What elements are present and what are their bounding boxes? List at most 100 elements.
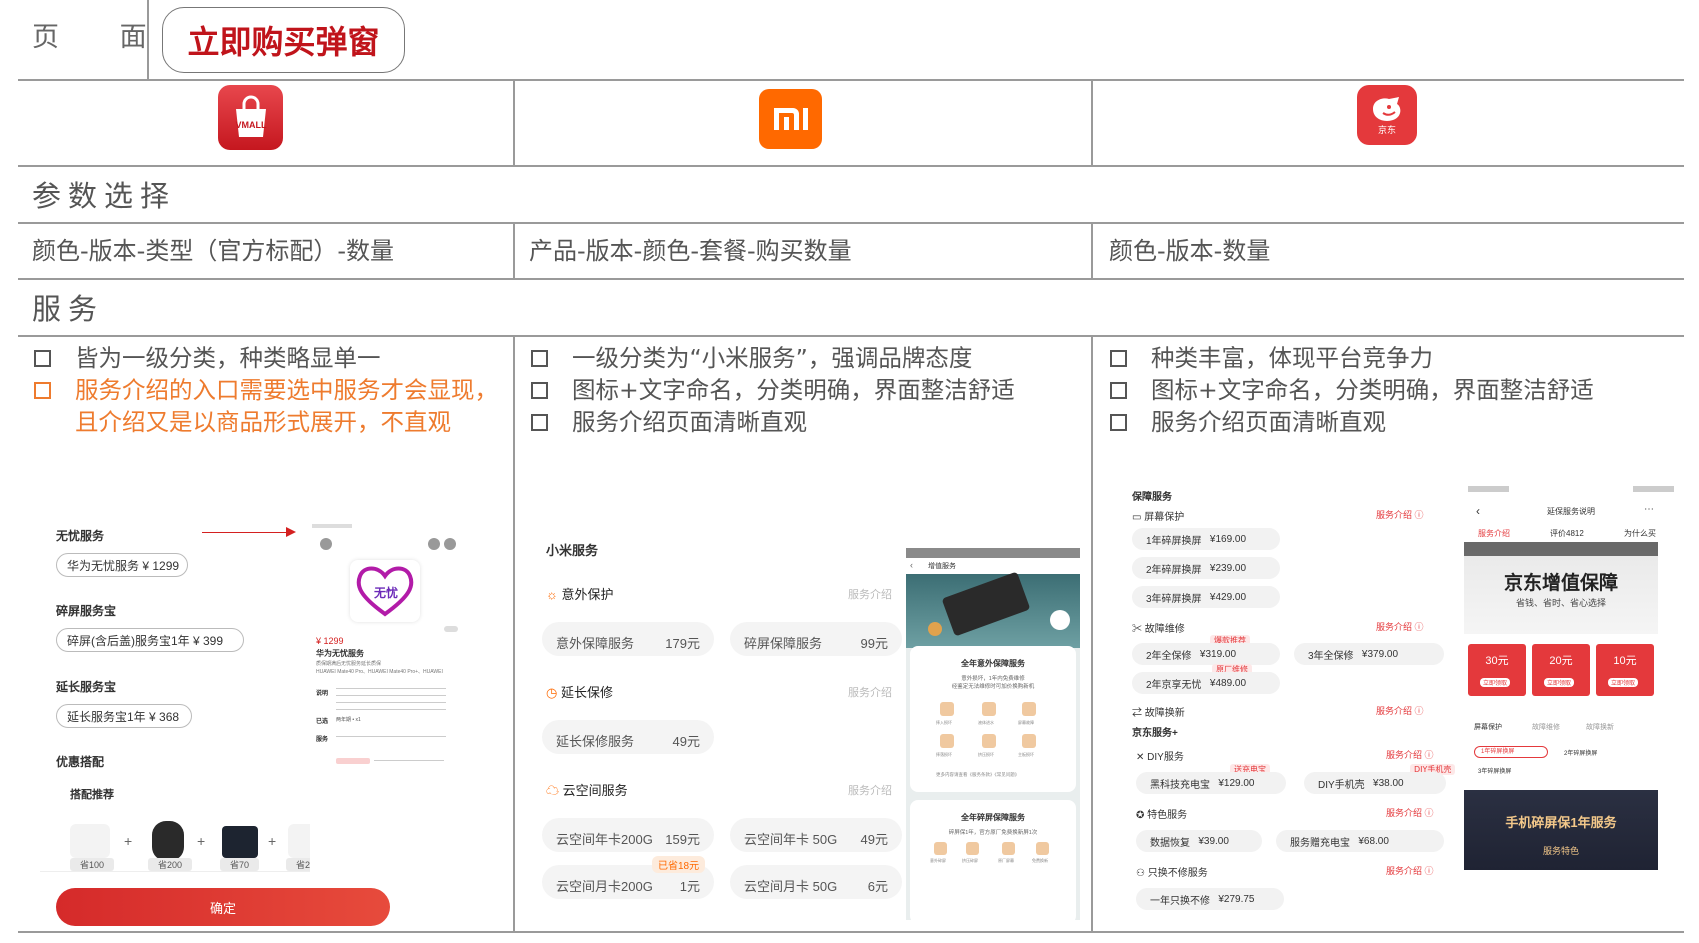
back-icon[interactable] [320, 538, 332, 550]
shield-icon: ☼ [546, 587, 558, 602]
back-icon[interactable]: ‹ [910, 560, 913, 570]
detail-row-value: 两年期 • x1 [336, 717, 361, 723]
mini-tab[interactable]: 故障换新 [1586, 722, 1614, 732]
service-option[interactable]: 3年全保修 ¥379.00 [1294, 643, 1444, 665]
detail-desc: 质保期满后无忧服务延长质保 [316, 661, 382, 667]
service-option[interactable]: 碎屏保障服务 99元 [730, 622, 902, 656]
feature-icon [966, 842, 979, 855]
service-intro-link[interactable]: 服务介绍 [848, 586, 892, 602]
feature-label: 挤压碎屏 [962, 858, 978, 863]
service-intro-link[interactable]: 服务介绍 ⓘ [1386, 806, 1434, 819]
detail-row-label: 已选 [316, 719, 329, 725]
service-intro-link[interactable]: 服务介绍 [848, 782, 892, 798]
checkbox-icon [34, 382, 51, 399]
service-option[interactable]: 云空间月卡 50G 6元 [730, 865, 902, 899]
header-divider [147, 0, 149, 80]
coupon-button[interactable]: 立即领取 [1544, 678, 1575, 687]
service-option[interactable]: 2年京享无忧 ¥489.00 [1132, 672, 1280, 694]
service-option[interactable]: 服务赠充电宝 ¥68.00 [1276, 830, 1444, 852]
col-divider [1091, 80, 1093, 166]
service-option[interactable]: 云空间年卡200G 159元 [542, 818, 714, 852]
confirm-button[interactable]: 确定 [56, 888, 390, 926]
service-intro-link[interactable]: 服务介绍 ⓘ [1386, 748, 1434, 761]
service-intro-link[interactable]: 服务介绍 [848, 684, 892, 700]
service-intro-link[interactable]: 服务介绍 ⓘ [1376, 620, 1424, 633]
checkbox-icon [531, 414, 548, 431]
refresh-icon: ⇄ [1132, 708, 1142, 719]
service-option[interactable]: 碎屏(含后盖)服务宝1年 ¥ 399 [56, 628, 244, 652]
mini-option[interactable]: 2年碎屏换屏 [1564, 748, 1597, 757]
divider [18, 79, 1684, 81]
more-icon[interactable] [444, 538, 456, 550]
col-divider [513, 80, 515, 166]
more-icon[interactable]: ⋯ [1644, 504, 1654, 515]
feature-label: 摔入损坏 [936, 720, 952, 725]
tab-reviews[interactable]: 评价4812 [1550, 528, 1584, 539]
service-option[interactable]: DIY手机壳 ¥38.00 [1304, 772, 1446, 794]
card-more-link[interactable]: 更多内容请查看《服务条款》《常见问题》 [936, 772, 1019, 778]
coupon[interactable]: 30元 立即领取 [1468, 644, 1526, 696]
jd-params: 颜色-版本-数量 [1109, 237, 1271, 265]
detail-row-text [336, 688, 446, 710]
checkbox-icon [531, 382, 548, 399]
service-intro-link[interactable]: 服务介绍 ⓘ [1376, 704, 1424, 717]
service-option[interactable]: 云空间年卡 50G 49元 [730, 818, 902, 852]
service-option[interactable]: 1年碎屏换屏 ¥169.00 [1132, 528, 1280, 550]
service-intro-link[interactable]: 服务介绍 ⓘ [1386, 864, 1434, 877]
mini-tab[interactable]: 故障维修 [1532, 722, 1560, 732]
service-subcategory: 搭配推荐 [70, 789, 114, 801]
service-option[interactable]: 延长服务宝1年 ¥ 368 [56, 704, 192, 728]
service-category: ☼ 意外保护 [546, 587, 614, 602]
plus-icon: + [268, 833, 277, 849]
shopping-bag-icon: VMALL [235, 95, 266, 137]
list-item: 图标+文字命名，分类明确，界面整洁舒适 [531, 374, 1081, 406]
service-option[interactable]: 华为无忧服务 ¥ 1299 [56, 553, 188, 577]
earbuds-thumb[interactable] [70, 824, 110, 858]
mini-tab[interactable]: 屏幕保护 [1474, 722, 1502, 732]
divider [18, 931, 1684, 933]
saving-label: 省100 [70, 858, 115, 871]
coupon-amount: 20元 [1549, 655, 1573, 667]
detail-price: ¥ 1299 [316, 636, 344, 646]
params-section-title: 参数选择 [32, 179, 177, 213]
service-option[interactable]: 黑科技充电宝 ¥129.00 [1136, 772, 1286, 794]
mini-option[interactable]: 3年碎屏换屏 [1478, 766, 1511, 775]
tab-service-intro[interactable]: 服务介绍 [1478, 528, 1510, 539]
feature-label: 摔落损坏 [936, 752, 952, 757]
service-option[interactable]: 意外保障服务 179元 [542, 622, 714, 656]
service-category: 优惠搭配 [56, 755, 105, 769]
service-card: 全年意外保障服务 意外损坏，1年内免费维修 经鉴定无法维修时可加价换购新机 摔入… [910, 646, 1076, 792]
mi-screenshot: 小米服务 ☼ 意外保护 服务介绍 意外保障服务 179元 碎屏保障服务 99元 ◷ … [540, 530, 1085, 930]
service-option[interactable]: 3年碎屏换屏 ¥429.00 [1132, 586, 1280, 608]
status-bar [1468, 486, 1674, 492]
coupon-button[interactable]: 立即领取 [1608, 678, 1639, 687]
coupon[interactable]: 10元 立即领取 [1596, 644, 1654, 696]
service-option[interactable]: 延长保修服务 49元 [542, 720, 714, 754]
service-category: ◷ 延长保修 [546, 685, 613, 700]
services-section-title: 服务 [32, 292, 105, 326]
mini-option[interactable]: 1年碎屏换屏 [1474, 746, 1548, 758]
service-intro-link[interactable]: 服务介绍 ⓘ [1376, 508, 1424, 521]
service-option[interactable]: 一年只换不修 ¥279.75 [1136, 888, 1284, 910]
vmall-params: 颜色-版本-类型（官方标配）-数量 [32, 237, 394, 265]
feature-icon [1022, 734, 1036, 748]
share-icon[interactable] [428, 538, 440, 550]
scale-thumb[interactable] [222, 826, 258, 858]
service-option[interactable]: 2年全保修 ¥319.00 [1132, 643, 1280, 665]
service-option[interactable]: 数据恢复 ¥39.00 [1136, 830, 1262, 852]
service-category: ⇄ 故障换新 [1132, 708, 1185, 719]
coupon-button[interactable]: 立即领取 [1480, 678, 1511, 687]
arrow-icon [286, 527, 296, 537]
watch-thumb[interactable] [152, 821, 184, 861]
service-option[interactable]: 2年碎屏换屏 ¥239.00 [1132, 557, 1280, 579]
divider [18, 335, 1684, 337]
saving-label: 省200 [148, 858, 193, 871]
jd-detail-panel: ‹ 延保服务说明 ⋯ 服务介绍 评价4812 为什么买 京东增值保障 省钱、省时… [1464, 484, 1678, 904]
vmall-logo-text: VMALL [235, 120, 266, 130]
detail-row-label: 说明 [316, 691, 329, 697]
tab-why-buy[interactable]: 为什么买 [1624, 528, 1656, 539]
feature-label: 原厂屏幕 [998, 858, 1014, 863]
hero-banner: 京东增值保障 省钱、省时、省心选择 [1464, 542, 1658, 634]
feature-icon [982, 734, 996, 748]
coupon[interactable]: 20元 立即领取 [1532, 644, 1590, 696]
